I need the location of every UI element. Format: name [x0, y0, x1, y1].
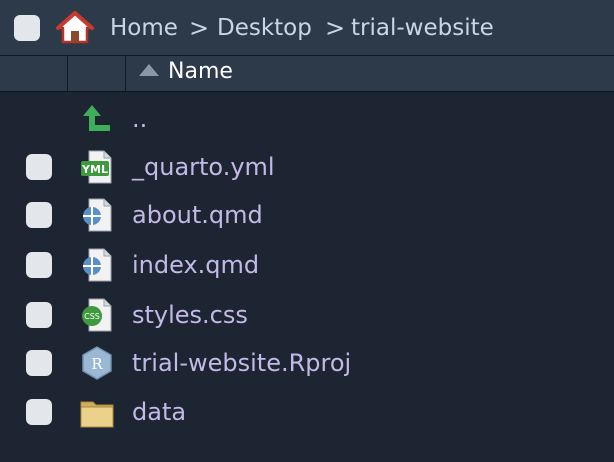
file-name[interactable]: ..: [132, 103, 147, 135]
list-item[interactable]: YML _quarto.yml: [0, 143, 614, 192]
breadcrumb-separator: >: [325, 14, 346, 42]
parent-directory-icon: [83, 105, 110, 131]
row-checkbox[interactable]: [26, 154, 52, 180]
rproj-file-icon: R: [82, 346, 112, 380]
folder-icon: [80, 401, 114, 428]
file-name[interactable]: _quarto.yml: [132, 151, 275, 183]
file-name[interactable]: styles.css: [132, 299, 248, 331]
breadcrumb-current-folder: trial-website: [351, 15, 494, 41]
svg-text:CSS: CSS: [84, 312, 100, 321]
breadcrumb-home[interactable]: Home: [110, 13, 178, 43]
row-checkbox[interactable]: [26, 399, 52, 425]
row-checkbox[interactable]: [26, 202, 52, 228]
file-name[interactable]: trial-website.Rproj: [132, 347, 351, 379]
file-name[interactable]: data: [132, 396, 186, 428]
select-all-checkbox[interactable]: [14, 15, 40, 41]
name-column-header[interactable]: Name: [168, 58, 233, 86]
file-name[interactable]: about.qmd: [132, 199, 263, 231]
file-name[interactable]: index.qmd: [132, 249, 259, 281]
row-checkbox[interactable]: [26, 302, 52, 328]
row-checkbox[interactable]: [26, 350, 52, 376]
svg-text:YML: YML: [81, 163, 108, 176]
file-list-header: [0, 56, 614, 92]
svg-text:R: R: [91, 355, 103, 373]
list-item[interactable]: data: [0, 388, 614, 437]
row-checkbox[interactable]: [26, 252, 52, 278]
qmd-file-icon: [83, 248, 112, 282]
list-item-parent[interactable]: ..: [0, 95, 614, 144]
breadcrumb-desktop[interactable]: Desktop: [217, 13, 312, 43]
breadcrumb-separator: >: [189, 14, 210, 42]
css-file-icon: CSS: [82, 298, 112, 332]
list-item[interactable]: index.qmd: [0, 241, 614, 290]
home-icon[interactable]: [56, 10, 94, 44]
column-divider: [125, 56, 126, 92]
column-divider: [67, 56, 68, 92]
sort-ascending-icon[interactable]: [138, 63, 160, 77]
breadcrumb: Home > Desktop > trial-website: [0, 0, 614, 56]
yml-file-icon: YML: [81, 150, 112, 184]
list-item[interactable]: CSS styles.css: [0, 291, 614, 340]
list-item[interactable]: R trial-website.Rproj: [0, 339, 614, 388]
list-item[interactable]: about.qmd: [0, 191, 614, 240]
qmd-file-icon: [83, 198, 112, 232]
